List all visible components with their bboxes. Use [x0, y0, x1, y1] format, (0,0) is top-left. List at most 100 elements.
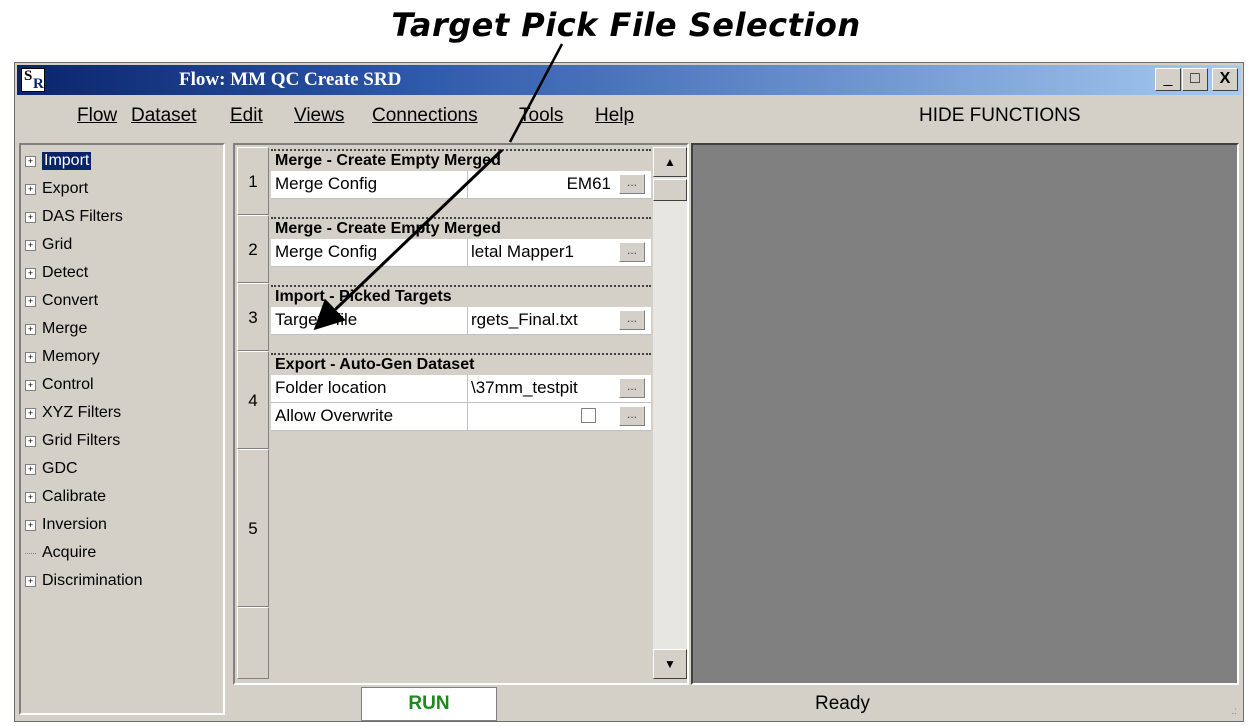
menu-views[interactable]: Views: [294, 105, 344, 127]
tree-item-label: Discrimination: [42, 572, 143, 589]
param-value[interactable]: EM61: [471, 174, 611, 194]
tree-item-label: Detect: [42, 264, 89, 281]
module-title: Export - Auto-Gen Dataset: [275, 356, 475, 373]
browse-button[interactable]: ...: [619, 242, 645, 262]
scroll-down-icon[interactable]: ▼: [653, 649, 687, 679]
vertical-scrollbar[interactable]: ▲ ▼: [653, 147, 687, 679]
tree-item-grid-filters[interactable]: + Grid Filters: [25, 429, 120, 453]
param-value[interactable]: rgets_Final.txt: [471, 310, 611, 330]
param-value[interactable]: letal Mapper1: [471, 242, 611, 262]
expand-icon[interactable]: +: [25, 295, 36, 307]
tree-item-detect[interactable]: + Detect: [25, 261, 88, 285]
expand-icon[interactable]: +: [25, 575, 36, 587]
tree-item-calibrate[interactable]: + Calibrate: [25, 485, 106, 509]
tree-item-label: Acquire: [42, 544, 97, 561]
tree-item-label: Memory: [42, 348, 100, 365]
menu-edit[interactable]: Edit: [230, 105, 263, 127]
tree-connector-line: [25, 552, 36, 554]
browse-button[interactable]: ...: [619, 406, 645, 426]
expand-icon[interactable]: +: [25, 435, 36, 447]
expand-icon[interactable]: +: [25, 183, 36, 195]
tree-item-label: GDC: [42, 460, 78, 477]
maximize-button[interactable]: □: [1182, 68, 1208, 91]
expand-icon[interactable]: +: [25, 407, 36, 419]
module-param-row[interactable]: Merge Config letal Mapper1 ...: [271, 239, 651, 267]
expand-icon[interactable]: +: [25, 155, 36, 167]
column-divider: [467, 375, 468, 402]
hide-functions-button[interactable]: HIDE FUNCTIONS: [919, 105, 1081, 127]
flow-module-4[interactable]: Export - Auto-Gen Dataset Folder locatio…: [271, 353, 651, 431]
expand-icon[interactable]: +: [25, 323, 36, 335]
menu-tools[interactable]: Tools: [519, 105, 563, 127]
flow-module-1[interactable]: Merge - Create Empty Merged Merge Config…: [271, 149, 651, 199]
app-icon[interactable]: S R: [21, 68, 45, 92]
tree-item-grid[interactable]: + Grid: [25, 233, 72, 257]
menu-edit-label: Edit: [230, 105, 263, 126]
close-button[interactable]: X: [1212, 68, 1238, 91]
tree-item-merge[interactable]: + Merge: [25, 317, 87, 341]
step-number-2[interactable]: 2: [237, 215, 269, 283]
expand-icon[interactable]: +: [25, 491, 36, 503]
browse-button[interactable]: ...: [619, 174, 645, 194]
tree-item-label: Inversion: [42, 516, 107, 533]
menu-dataset[interactable]: Dataset: [131, 105, 196, 127]
menu-connections[interactable]: Connections: [372, 105, 478, 127]
expand-icon[interactable]: +: [25, 351, 36, 363]
module-title: Merge - Create Empty Merged: [275, 220, 501, 237]
tree-item-label: Grid Filters: [42, 432, 121, 449]
expand-icon[interactable]: +: [25, 463, 36, 475]
minimize-button[interactable]: _: [1155, 68, 1181, 91]
title-bar[interactable]: S R Flow: MM QC Create SRD _ □ X: [17, 65, 1241, 95]
menu-flow[interactable]: Flow: [77, 105, 117, 127]
menu-views-label: Views: [294, 105, 345, 126]
flow-module-3[interactable]: Import - Picked Targets Targets file rge…: [271, 285, 651, 335]
tree-item-label: XYZ Filters: [42, 404, 122, 421]
flow-module-2[interactable]: Merge - Create Empty Merged Merge Config…: [271, 217, 651, 267]
function-tree: + Import + Export + DAS Filters + Grid + Dete…: [19, 143, 225, 715]
step-number-3[interactable]: 3: [237, 283, 269, 351]
expand-icon[interactable]: +: [25, 379, 36, 391]
step-number-empty[interactable]: [237, 607, 269, 679]
expand-icon[interactable]: +: [25, 239, 36, 251]
step-number-4[interactable]: 4: [237, 351, 269, 449]
step-number-1[interactable]: 1: [237, 147, 269, 215]
tree-item-inversion[interactable]: + Inversion: [25, 513, 107, 537]
status-text: Ready: [815, 693, 870, 714]
tree-item-label: Control: [42, 376, 94, 393]
scroll-up-icon[interactable]: ▲: [653, 147, 687, 177]
module-param-row[interactable]: Allow Overwrite ...: [271, 403, 651, 431]
scroll-thumb[interactable]: [653, 179, 687, 201]
expand-icon[interactable]: +: [25, 519, 36, 531]
module-param-row[interactable]: Merge Config EM61 ...: [271, 171, 651, 199]
step-number-column: 1 2 3 4 5: [237, 147, 269, 679]
flow-panel: 1 2 3 4 5 Merge - Create Empty Merged Me…: [233, 143, 689, 685]
browse-button[interactable]: ...: [619, 310, 645, 330]
step-number-5[interactable]: 5: [237, 449, 269, 607]
tree-item-gdc[interactable]: + GDC: [25, 457, 78, 481]
module-param-row[interactable]: Folder location \37mm_testpit ...: [271, 375, 651, 403]
tree-item-das-filters[interactable]: + DAS Filters: [25, 205, 123, 229]
allow-overwrite-checkbox[interactable]: [581, 408, 596, 423]
tree-item-xyz-filters[interactable]: + XYZ Filters: [25, 401, 121, 425]
resize-grip-icon[interactable]: .:: [1231, 706, 1237, 717]
menu-bar: Flow Dataset Edit Views Connections Tool…: [17, 97, 1241, 133]
module-param-row[interactable]: Targets file rgets_Final.txt ...: [271, 307, 651, 335]
tree-item-import[interactable]: + Import: [25, 149, 92, 173]
tree-item-memory[interactable]: + Memory: [25, 345, 100, 369]
tree-item-convert[interactable]: + Convert: [25, 289, 98, 313]
menu-flow-label: Flow: [77, 105, 118, 126]
param-label: Allow Overwrite: [275, 406, 394, 425]
browse-button[interactable]: ...: [619, 378, 645, 398]
tree-item-acquire[interactable]: Acquire: [25, 541, 96, 565]
param-label: Targets file: [275, 310, 358, 329]
run-button[interactable]: RUN: [361, 687, 497, 721]
column-divider: [467, 403, 468, 430]
expand-icon[interactable]: +: [25, 211, 36, 223]
param-value[interactable]: \37mm_testpit: [471, 378, 611, 398]
tree-item-discrimination[interactable]: + Discrimination: [25, 569, 142, 593]
tree-item-export[interactable]: + Export: [25, 177, 88, 201]
param-label: Merge Config: [275, 174, 378, 193]
expand-icon[interactable]: +: [25, 267, 36, 279]
menu-help[interactable]: Help: [595, 105, 634, 127]
tree-item-control[interactable]: + Control: [25, 373, 94, 397]
